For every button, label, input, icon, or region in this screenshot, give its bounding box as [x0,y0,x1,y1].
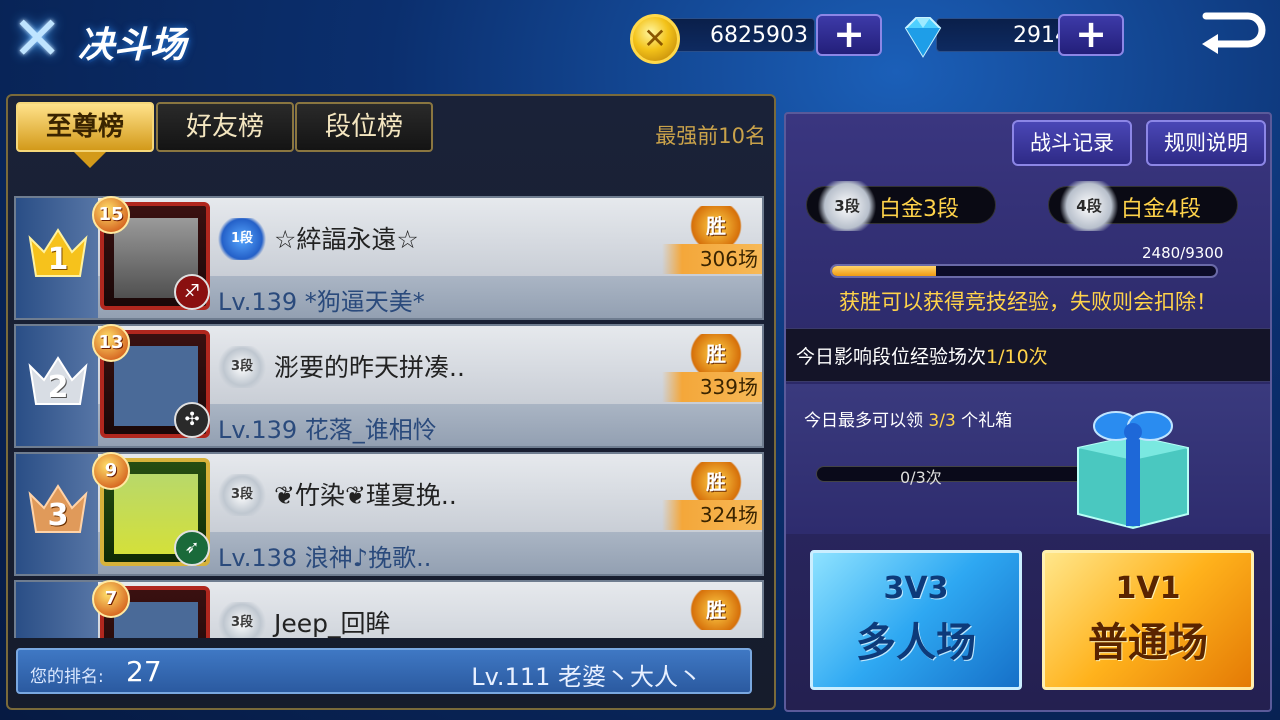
rank-number: 1 [47,242,69,277]
x-emblem-icon: ✕ [12,4,63,74]
ranking-row[interactable]: 4 7 3段 Jeep_回眸 胜 [14,580,764,638]
player-name: ❦竹染❦瑾夏挽.. [274,481,457,510]
tier-badge: 3段 [216,474,268,516]
daily-matches-label: 今日影响段位经验场次 [796,346,987,368]
my-rank-label: 您的排名: [30,667,104,687]
gift-box-section: 今日最多可以领 3/3 个礼箱 0/3次 [786,384,1270,534]
level-badge: 9 [92,452,130,490]
avatar[interactable]: 13 ✣ [92,324,210,438]
next-rank-name: 白金4段 [1121,197,1201,222]
class-icon: ✣ [174,402,210,438]
gold-crown-icon: 1 [26,224,90,280]
level-badge: 7 [92,580,130,618]
player-name: 浵要的昨天拼凑.. [274,353,465,382]
next-rank: 4段 白金4段 [1048,181,1238,231]
top-ten-label: 最强前10名 [655,124,766,148]
rank-number: 2 [47,370,69,405]
xp-progress-fill [832,266,936,276]
daily-matches-value: 1/10次 [986,346,1048,368]
add-diamond-button[interactable]: + [1058,14,1124,56]
mode-3v3-title: 3V3 [883,571,949,606]
gold-amount: 6825903 [710,23,808,48]
mode-3v3-label: 多人场 [856,620,976,666]
xp-progress-text: 2480/9300 [1142,244,1224,262]
gift-count: 3/3 [928,411,956,431]
ranking-list[interactable]: 1 15 ♐ 1段 ☆綷諨永遠☆ 胜 306场 Lv.139 *狗逼天美* 2 [14,196,766,638]
my-rank-value: 27 [126,655,162,688]
rules-button[interactable]: 规则说明 [1146,120,1266,166]
match-count: 339场 [662,372,762,402]
tab-supreme[interactable]: 至尊榜 [16,102,154,152]
class-icon: ➶ [174,530,210,566]
xp-progress-bar [830,264,1218,278]
player-level-guild: Lv.139 花落_谁相怜 [218,416,437,444]
rank-emblem-icon: 4段 [1057,181,1121,231]
gold-currency: 6825903 ✕ + [630,14,886,64]
avatar[interactable]: 7 [92,580,210,638]
arena-info-panel: 战斗记录 规则说明 3段 白金3段 4段 白金4段 2480/9300 获胜可以… [784,112,1272,712]
rank-four-icon: 4 [26,608,90,638]
back-button[interactable] [1196,6,1270,56]
player-name: ☆綷諨永遠☆ [274,225,419,254]
mode-3v3-button[interactable]: 3V3 多人场 [810,550,1022,690]
win-icon: 胜 [688,462,744,502]
player-name: Jeep_回眸 [274,609,391,638]
class-icon: ♐ [174,274,210,310]
current-rank-name: 白金3段 [879,197,959,222]
ranking-row[interactable]: 2 13 ✣ 3段 浵要的昨天拼凑.. 胜 339场 Lv.139 花落_谁相怜 [14,324,764,448]
mode-1v1-title: 1V1 [1115,571,1181,606]
ranking-row[interactable]: 1 15 ♐ 1段 ☆綷諨永遠☆ 胜 306场 Lv.139 *狗逼天美* [14,196,764,320]
win-icon: 胜 [688,334,744,374]
avatar[interactable]: 15 ♐ [92,196,210,310]
leaderboard-panel: 至尊榜 好友榜 段位榜 最强前10名 1 15 ♐ 1段 ☆綷諨永遠☆ 胜 30… [6,94,776,710]
rank-notice: 获胜可以获得竞技经验，失败则会扣除！ [839,290,1217,314]
gold-coin-icon: ✕ [630,14,680,64]
gift-box-icon[interactable] [1068,402,1198,532]
mode-1v1-button[interactable]: 1V1 普通场 [1042,550,1254,690]
mode-1v1-label: 普通场 [1088,620,1208,666]
rank-number: 3 [47,498,69,533]
player-level-guild: Lv.138 浪神♪挽歌.. [218,544,432,572]
back-arrow-icon [1202,12,1266,54]
match-count: 324场 [662,500,762,530]
tab-tier[interactable]: 段位榜 [295,102,433,152]
ranking-row[interactable]: 3 9 ➶ 3段 ❦竹染❦瑾夏挽.. 胜 324场 Lv.138 浪神♪挽歌.. [14,452,764,576]
avatar[interactable]: 9 ➶ [92,452,210,566]
daily-matches: 今日影响段位经验场次1/10次 [786,328,1270,382]
silver-crown-icon: 2 [26,352,90,408]
match-count: 306场 [662,244,762,274]
bronze-crown-icon: 3 [26,480,90,536]
diamond-currency: 2914 + [896,14,1128,58]
gift-progress-text: 0/3次 [900,468,942,487]
tier-badge: 3段 [216,602,268,638]
gift-label: 今日最多可以领 [804,411,923,431]
tier-badge: 3段 [216,346,268,388]
player-level-guild: Lv.139 *狗逼天美* [218,288,425,316]
my-rank-bar: 您的排名: 27 Lv.111 老婆丶大人丶 [16,648,752,694]
rank-emblem-icon: 3段 [815,181,879,231]
my-player-info: Lv.111 老婆丶大人丶 [471,663,702,691]
battle-log-button[interactable]: 战斗记录 [1012,120,1132,166]
arena-logo: ✕ 决斗场 [8,2,208,74]
diamond-icon [904,17,942,58]
active-tab-indicator [74,152,106,168]
add-gold-button[interactable]: + [816,14,882,56]
tab-friends[interactable]: 好友榜 [156,102,294,152]
tier-badge: 1段 [216,218,268,260]
gift-progress-bar [816,466,1086,482]
gift-label-suffix: 个礼箱 [961,411,1013,431]
page-title: 决斗场 [78,25,187,66]
level-badge: 15 [92,196,130,234]
win-icon: 胜 [688,590,744,630]
current-rank: 3段 白金3段 [806,181,996,231]
level-badge: 13 [92,324,130,362]
win-icon: 胜 [688,206,744,246]
